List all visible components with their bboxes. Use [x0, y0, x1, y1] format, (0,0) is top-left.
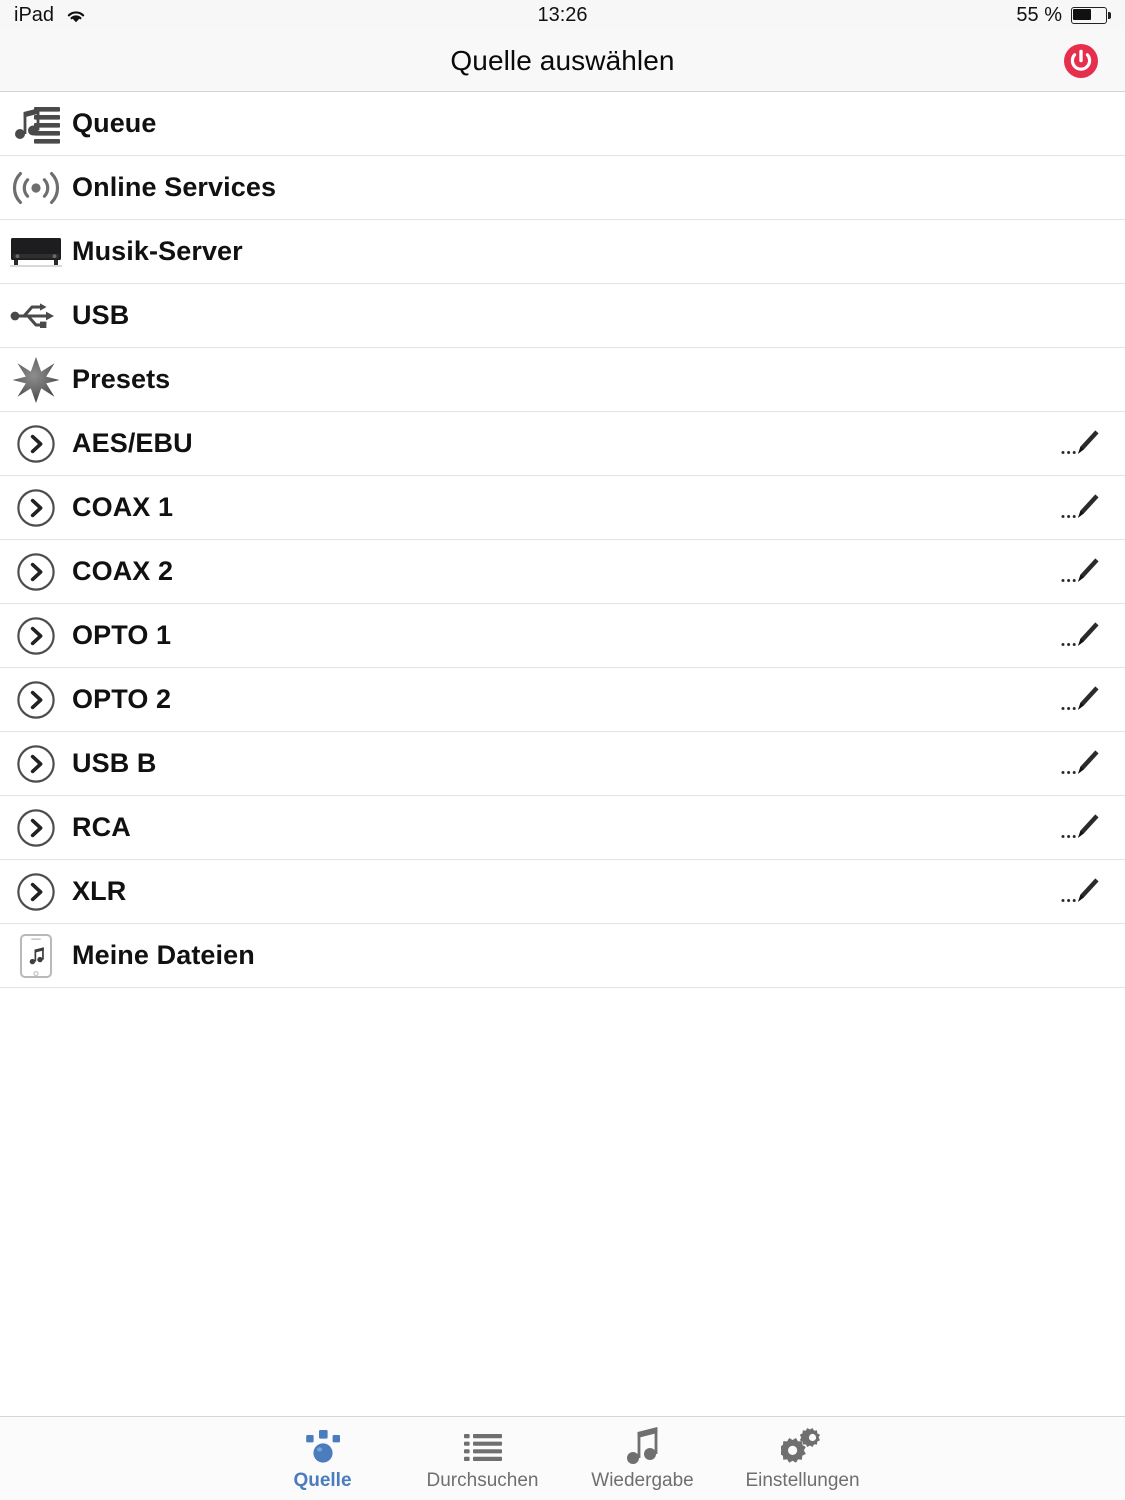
- list-item[interactable]: RCA: [0, 796, 1125, 860]
- source-list: Queue Online Services Musik-Server USB P…: [0, 92, 1125, 1202]
- list-item-label: Queue: [72, 108, 157, 138]
- broadcast-signal-icon: [8, 165, 64, 211]
- list-item-label: Meine Dateien: [72, 940, 255, 970]
- av-component-icon: [8, 229, 64, 275]
- power-icon[interactable]: [1063, 43, 1099, 79]
- pencil-edit-icon[interactable]: [1059, 810, 1103, 846]
- device-name: iPad: [14, 3, 55, 26]
- app-screen: iPad 13:26 55 % Quelle auswählen Queue O…: [0, 0, 1125, 1500]
- list-item[interactable]: COAX 1: [0, 476, 1125, 540]
- tab-einstellungen[interactable]: Einstellungen: [723, 1426, 883, 1492]
- browse-list-icon: [462, 1426, 504, 1466]
- pencil-edit-icon[interactable]: [1059, 490, 1103, 526]
- page-title: Quelle auswählen: [450, 44, 675, 76]
- list-item-label: COAX 2: [72, 556, 174, 586]
- clock-time: 13:26: [537, 3, 588, 26]
- list-item-label: USB B: [72, 748, 157, 778]
- chevron-right-circle-icon: [8, 549, 64, 595]
- list-item[interactable]: USB: [0, 284, 1125, 348]
- tab-quelle[interactable]: Quelle: [243, 1426, 403, 1492]
- tab-label: Einstellungen: [745, 1469, 860, 1491]
- pencil-edit-icon[interactable]: [1059, 426, 1103, 462]
- device-music-icon: [8, 933, 64, 979]
- source-node-icon: [302, 1426, 344, 1466]
- list-item[interactable]: USB B: [0, 732, 1125, 796]
- pencil-edit-icon[interactable]: [1059, 618, 1103, 654]
- list-item-label: OPTO 2: [72, 684, 172, 714]
- battery-percent-label: 55 %: [1016, 3, 1062, 26]
- chevron-right-circle-icon: [8, 485, 64, 531]
- usb-icon: [8, 293, 64, 339]
- list-item-label: OPTO 1: [72, 620, 172, 650]
- empty-area: [0, 1202, 1125, 1416]
- status-bar-left: iPad: [14, 4, 87, 27]
- list-item-label: RCA: [72, 812, 131, 842]
- navigation-bar: Quelle auswählen: [0, 30, 1125, 92]
- battery-tip: [1108, 11, 1111, 19]
- pencil-edit-icon[interactable]: [1059, 874, 1103, 910]
- tab-durchsuchen[interactable]: Durchsuchen: [403, 1426, 563, 1492]
- list-item[interactable]: OPTO 2: [0, 668, 1125, 732]
- chevron-right-circle-icon: [8, 421, 64, 467]
- list-item[interactable]: Presets: [0, 348, 1125, 412]
- tab-bar: Quelle Durchsuchen Wiedergabe Einstellun…: [0, 1416, 1125, 1500]
- status-bar-right: 55 %: [1016, 4, 1111, 27]
- list-item-label: XLR: [72, 876, 127, 906]
- status-bar-clock: 13:26: [0, 0, 1125, 30]
- tab-wiedergabe[interactable]: Wiedergabe: [563, 1426, 723, 1492]
- chevron-right-circle-icon: [8, 805, 64, 851]
- battery-icon: [1071, 6, 1111, 24]
- list-item[interactable]: COAX 2: [0, 540, 1125, 604]
- list-item[interactable]: AES/EBU: [0, 412, 1125, 476]
- list-item[interactable]: Meine Dateien: [0, 924, 1125, 988]
- pencil-edit-icon[interactable]: [1059, 682, 1103, 718]
- list-item[interactable]: Queue: [0, 92, 1125, 156]
- list-item-label: COAX 1: [72, 492, 174, 522]
- list-item[interactable]: Musik-Server: [0, 220, 1125, 284]
- list-item[interactable]: OPTO 1: [0, 604, 1125, 668]
- list-item-label: Musik-Server: [72, 236, 243, 266]
- star-burst-icon: [8, 356, 64, 403]
- list-item-label: AES/EBU: [72, 428, 193, 458]
- battery-fill: [1073, 8, 1091, 20]
- chevron-right-circle-icon: [8, 869, 64, 915]
- music-note-icon: [626, 1426, 660, 1466]
- chevron-right-circle-icon: [8, 613, 64, 659]
- tab-label: Durchsuchen: [426, 1469, 539, 1491]
- gears-icon: [780, 1426, 825, 1466]
- pencil-edit-icon[interactable]: [1059, 554, 1103, 590]
- tab-label: Wiedergabe: [591, 1469, 694, 1491]
- chevron-right-circle-icon: [8, 741, 64, 787]
- wifi-icon: [65, 7, 87, 23]
- list-item-label: Online Services: [72, 172, 277, 202]
- list-item[interactable]: XLR: [0, 860, 1125, 924]
- list-item-label: Presets: [72, 364, 171, 394]
- queue-music-list-icon: [8, 101, 64, 147]
- pencil-edit-icon[interactable]: [1059, 746, 1103, 782]
- list-item-label: USB: [72, 300, 130, 330]
- chevron-right-circle-icon: [8, 677, 64, 723]
- list-item[interactable]: Online Services: [0, 156, 1125, 220]
- tab-label: Quelle: [293, 1469, 352, 1491]
- status-bar: iPad 13:26 55 %: [0, 0, 1125, 30]
